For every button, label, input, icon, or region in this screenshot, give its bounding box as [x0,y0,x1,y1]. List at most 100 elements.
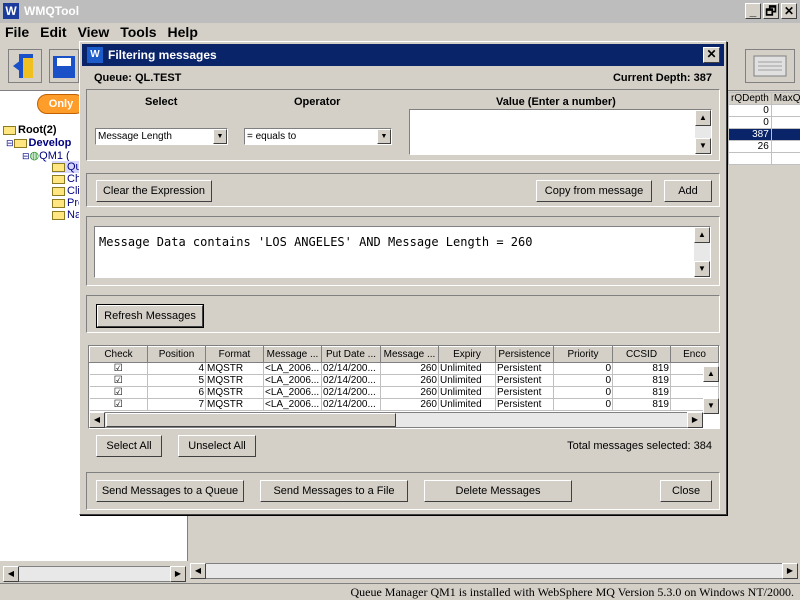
table-cell[interactable]: 819 [612,386,671,399]
grid-cell[interactable] [770,128,800,141]
minimize-button[interactable]: _ [745,3,761,19]
table-cell[interactable]: <LA_2006... [263,398,322,411]
value-input[interactable]: ▲ ▼ [409,109,712,155]
table-cell[interactable] [670,386,719,399]
grid-cell[interactable] [770,152,800,165]
tree-node-clients[interactable]: Cli [52,185,80,197]
grid-header[interactable]: rQDepth [728,92,772,105]
scroll-down-icon[interactable]: ▼ [695,138,711,154]
scroll-left-icon[interactable]: ◀ [89,412,105,428]
table-cell[interactable]: 02/14/200... [321,362,381,375]
tree-node-namelists[interactable]: Na [52,209,81,221]
table-cell[interactable]: 819 [612,374,671,387]
table-cell[interactable]: Persistent [495,374,554,387]
tree-hscrollbar[interactable]: ◀ ▶ [3,566,186,582]
grid-cell[interactable]: 0 [728,116,772,129]
table-cell[interactable]: 02/14/200... [321,386,381,399]
operator-combo[interactable]: = equals to ▼ [244,128,392,145]
row-checkbox[interactable]: ☑ [89,386,148,399]
table-cell[interactable]: 7 [147,398,206,411]
column-header[interactable]: Format [205,346,264,363]
grid-cell[interactable]: 26 [728,140,772,153]
column-header[interactable]: Position [147,346,206,363]
tree-node-root[interactable]: Root(2) [3,124,57,136]
table-cell[interactable]: Unlimited [438,398,496,411]
table-cell[interactable]: 0 [553,374,613,387]
grid-cell[interactable] [770,104,800,117]
scroll-up-icon[interactable]: ▲ [694,227,710,243]
table-row[interactable]: ☑ 6 MQSTR <LA_2006... 02/14/200... 260 Unlimit… [89,386,719,399]
column-header[interactable]: Priority [553,346,613,363]
table-cell[interactable]: 02/14/200... [321,374,381,387]
scroll-up-icon[interactable]: ▲ [703,366,719,382]
table-cell[interactable]: Unlimited [438,386,496,399]
save-icon[interactable] [49,49,79,83]
table-row[interactable]: ☑ 7 MQSTR <LA_2006... 02/14/200... 260 Unlimit… [89,398,719,411]
grid-cell[interactable] [728,152,772,165]
grid-cell[interactable] [770,116,800,129]
delete-messages-button[interactable]: Delete Messages [424,480,572,502]
table-cell[interactable]: 260 [380,362,439,375]
value-scrollbar[interactable]: ▲ ▼ [695,110,711,154]
close-app-button[interactable]: ✕ [781,3,797,19]
grid-cell[interactable]: 0 [728,104,772,117]
clear-expression-button[interactable]: Clear the Expression [96,180,212,202]
column-header[interactable]: Message ... [380,346,439,363]
restore-button[interactable]: 🗗 [763,3,779,19]
grid-hscrollbar[interactable]: ◀ ▶ [190,563,798,579]
add-button[interactable]: Add [664,180,712,202]
table-cell[interactable]: 5 [147,374,206,387]
menu-file[interactable]: File [5,23,29,41]
scroll-right-icon[interactable]: ▶ [170,566,186,582]
table-cell[interactable]: 260 [380,386,439,399]
table-cell[interactable]: <LA_2006... [263,374,322,387]
close-button[interactable]: Close [660,480,712,502]
copy-from-message-button[interactable]: Copy from message [536,180,652,202]
table-cell[interactable]: 4 [147,362,206,375]
scroll-left-icon[interactable]: ◀ [3,566,19,582]
table-cell[interactable]: MQSTR [205,398,264,411]
table-cell[interactable]: 6 [147,386,206,399]
column-header[interactable]: Persistence [495,346,554,363]
table-cell[interactable]: Persistent [495,386,554,399]
menu-tools[interactable]: Tools [120,23,156,41]
select-field-combo[interactable]: Message Length ▼ [95,128,228,145]
table-cell[interactable]: MQSTR [205,374,264,387]
menu-view[interactable]: View [78,23,110,41]
table-cell[interactable]: Persistent [495,398,554,411]
scroll-thumb[interactable] [106,413,396,427]
grid-header[interactable]: MaxQ [770,92,800,105]
expression-textarea[interactable]: Message Data contains 'LOS ANGELES' AND … [94,226,711,278]
column-header[interactable]: Check [89,346,148,363]
table-cell[interactable]: 819 [612,398,671,411]
table-cell[interactable]: Unlimited [438,374,496,387]
scroll-up-icon[interactable]: ▲ [695,110,711,126]
row-checkbox[interactable]: ☑ [89,398,148,411]
send-to-file-button[interactable]: Send Messages to a File [260,480,408,502]
exit-icon[interactable] [8,49,42,83]
table-cell[interactable]: 0 [553,398,613,411]
table-cell[interactable]: MQSTR [205,362,264,375]
table-cell[interactable]: Unlimited [438,362,496,375]
table-hscrollbar[interactable]: ◀ ▶ [89,412,703,428]
grid-cell[interactable] [770,140,800,153]
column-header[interactable]: Message ... [263,346,322,363]
table-cell[interactable]: 819 [612,362,671,375]
only-button[interactable]: Only [37,94,85,114]
scroll-down-icon[interactable]: ▼ [703,398,719,414]
refresh-messages-button[interactable]: Refresh Messages [96,304,204,328]
messages-table[interactable]: Check Position Format Message ... Put Da… [88,345,720,429]
row-checkbox[interactable]: ☑ [89,362,148,375]
table-cell[interactable]: MQSTR [205,386,264,399]
menu-help[interactable]: Help [168,23,198,41]
table-cell[interactable]: <LA_2006... [263,362,322,375]
row-checkbox[interactable]: ☑ [89,374,148,387]
grid-cell[interactable]: 387 [728,128,772,141]
table-cell[interactable]: 02/14/200... [321,398,381,411]
table-cell[interactable]: 0 [553,386,613,399]
table-row[interactable]: ☑ 4 MQSTR <LA_2006... 02/14/200... 260 Unlimit… [89,362,719,375]
select-all-button[interactable]: Select All [96,435,162,457]
menu-edit[interactable]: Edit [40,23,66,41]
tree-node-channels[interactable]: Ch [52,173,81,185]
expression-scrollbar[interactable]: ▲ ▼ [694,227,710,277]
